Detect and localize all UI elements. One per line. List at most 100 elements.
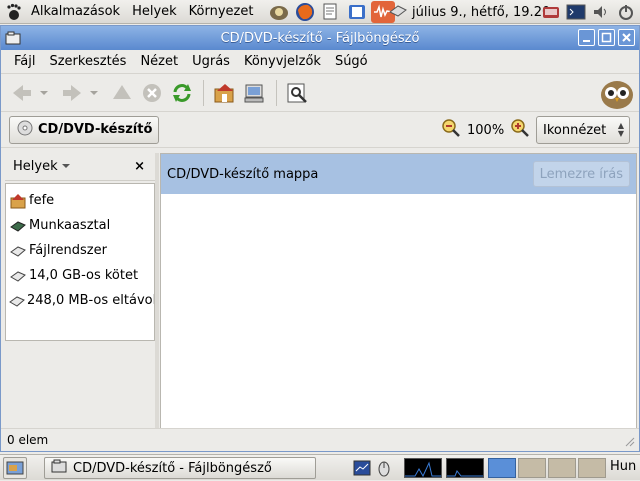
file-view[interactable]: CD/DVD-készítő mappa Lemezre írás <box>160 153 637 429</box>
terminal-icon[interactable] <box>565 2 587 22</box>
maximize-button[interactable] <box>598 29 615 46</box>
removable-drive-icon <box>9 293 25 309</box>
forward-history-icon[interactable] <box>87 78 101 108</box>
workspace-4[interactable] <box>578 458 606 478</box>
file-browser-window: CD/DVD-készítő - Fájlböngésző Fájl Szerk… <box>0 25 640 452</box>
menu-bookmarks[interactable]: Könyvjelzők <box>237 54 328 69</box>
menu-places[interactable]: Helyek <box>126 4 183 19</box>
menu-help[interactable]: Súgó <box>328 54 375 69</box>
keyboard-layout-indicator[interactable]: Hun <box>610 459 636 474</box>
panel-applets <box>352 457 394 479</box>
edit-icon[interactable] <box>319 1 343 23</box>
pane-separator[interactable] <box>155 153 159 429</box>
clock-text: július 9., hétfő, 19.20 <box>412 4 551 20</box>
workspace-1[interactable] <box>488 458 516 478</box>
top-panel: Alkalmazások Helyek Környezet július 9.,… <box>0 0 640 24</box>
sidebar-item-desktop[interactable]: Munkaasztal <box>6 213 154 238</box>
burn-info-bar: CD/DVD-készítő mappa Lemezre írás <box>161 154 636 194</box>
content-area: Helyek × fefe Munkaasztal Fájlrendszer 1… <box>1 150 639 429</box>
sidebar-item-home[interactable]: fefe <box>6 188 154 213</box>
notes-icon[interactable] <box>345 1 369 23</box>
power-icon[interactable] <box>615 2 637 22</box>
notes-book-icon[interactable] <box>540 2 562 22</box>
gnome-foot-icon[interactable] <box>3 1 25 23</box>
launchers <box>267 0 396 23</box>
menu-view[interactable]: Nézet <box>133 54 185 69</box>
statusbar: 0 elem <box>1 428 639 450</box>
back-history-icon[interactable] <box>37 78 51 108</box>
home-button[interactable] <box>210 78 240 108</box>
clock-icon <box>388 2 408 22</box>
filesystem-icon <box>9 243 27 259</box>
sidebar-item-filesystem[interactable]: Fájlrendszer <box>6 238 154 263</box>
sidebar-close-button[interactable]: × <box>134 159 145 174</box>
firefox-icon[interactable] <box>293 1 317 23</box>
computer-button[interactable] <box>240 78 270 108</box>
location-bar: CD/DVD-készítő 100% Ikonnézet ▲ ▼ <box>1 112 639 148</box>
memory-monitor-graph[interactable] <box>446 458 484 478</box>
zoom-level[interactable]: 100% <box>465 123 506 138</box>
path-button-label: CD/DVD-készítő <box>38 122 153 137</box>
minimize-button[interactable] <box>578 29 595 46</box>
cd-icon <box>16 119 34 141</box>
help-icon[interactable] <box>267 1 291 23</box>
workspace-2[interactable] <box>518 458 546 478</box>
back-button[interactable] <box>7 78 37 108</box>
zoom-in-icon[interactable] <box>510 118 530 142</box>
clock[interactable]: július 9., hétfő, 19.20 <box>388 0 550 24</box>
sidebar-item-label: Munkaasztal <box>29 218 111 233</box>
sidebar-item-label: 14,0 GB-os kötet <box>29 268 139 283</box>
taskbar-button-label: CD/DVD-készítő - Fájlböngésző <box>73 460 272 476</box>
toolbar-separator <box>203 79 204 106</box>
menu-go[interactable]: Ugrás <box>185 54 237 69</box>
menu-edit[interactable]: Szerkesztés <box>42 54 133 69</box>
forward-button[interactable] <box>57 78 87 108</box>
sidebar-item-volume[interactable]: 14,0 GB-os kötet <box>6 263 154 288</box>
taskbar-button[interactable]: CD/DVD-készítő - Fájlböngésző <box>44 457 316 479</box>
workspace-3[interactable] <box>548 458 576 478</box>
zoom-out-icon[interactable] <box>441 118 461 142</box>
view-mode-select[interactable]: Ikonnézet ▲ ▼ <box>536 116 630 144</box>
sidebar-item-removable[interactable]: 248,0 MB-os eltávolíth <box>6 288 154 313</box>
bottom-panel: CD/DVD-készítő - Fájlböngésző Hun <box>0 454 640 480</box>
sidebar-title[interactable]: Helyek <box>13 159 58 174</box>
home-folder-icon <box>9 193 27 209</box>
menu-applications[interactable]: Alkalmazások <box>25 4 126 19</box>
places-list: fefe Munkaasztal Fájlrendszer 14,0 GB-os… <box>5 183 155 341</box>
desktop-icon <box>9 218 27 234</box>
sidebar-header: Helyek × <box>5 153 155 181</box>
path-button[interactable]: CD/DVD-készítő <box>9 115 160 144</box>
show-desktop-icon[interactable] <box>3 457 27 479</box>
window-controls <box>578 29 635 46</box>
mouse-icon[interactable] <box>374 457 394 479</box>
close-button[interactable] <box>618 29 635 46</box>
view-mode-label: Ikonnézet <box>543 122 607 138</box>
titlebar[interactable]: CD/DVD-készítő - Fájlböngésző <box>1 26 639 50</box>
window-list-icon <box>51 459 67 477</box>
system-monitor-icon[interactable] <box>352 457 372 479</box>
window-title: CD/DVD-készítő - Fájlböngésző <box>220 30 420 46</box>
stop-button[interactable] <box>137 78 167 108</box>
throbber-owl-icon <box>599 76 635 110</box>
status-text: 0 elem <box>7 432 49 447</box>
cpu-monitor-graph[interactable] <box>404 458 442 478</box>
info-text: CD/DVD-készítő mappa <box>167 166 319 182</box>
burn-button[interactable]: Lemezre írás <box>532 161 630 187</box>
menu-file[interactable]: Fájl <box>7 54 42 69</box>
sidebar-item-label: 248,0 MB-os eltávolíth <box>27 293 154 308</box>
workspace-switcher <box>488 458 606 478</box>
reload-button[interactable] <box>167 78 197 108</box>
select-arrows-icon: ▲ ▼ <box>617 121 624 138</box>
window-menu-icon[interactable] <box>4 30 22 46</box>
menu-system[interactable]: Környezet <box>183 4 260 19</box>
search-button[interactable] <box>283 78 313 108</box>
drive-icon <box>9 268 27 284</box>
volume-icon[interactable] <box>590 2 612 22</box>
up-button[interactable] <box>107 78 137 108</box>
resize-grip-icon[interactable] <box>623 435 635 447</box>
toolbar-separator <box>276 79 277 106</box>
sidebar-item-label: Fájlrendszer <box>29 243 107 258</box>
chevron-down-icon[interactable] <box>61 159 71 174</box>
zoom-controls: 100% <box>441 116 530 144</box>
sidebar-item-label: fefe <box>29 193 55 208</box>
